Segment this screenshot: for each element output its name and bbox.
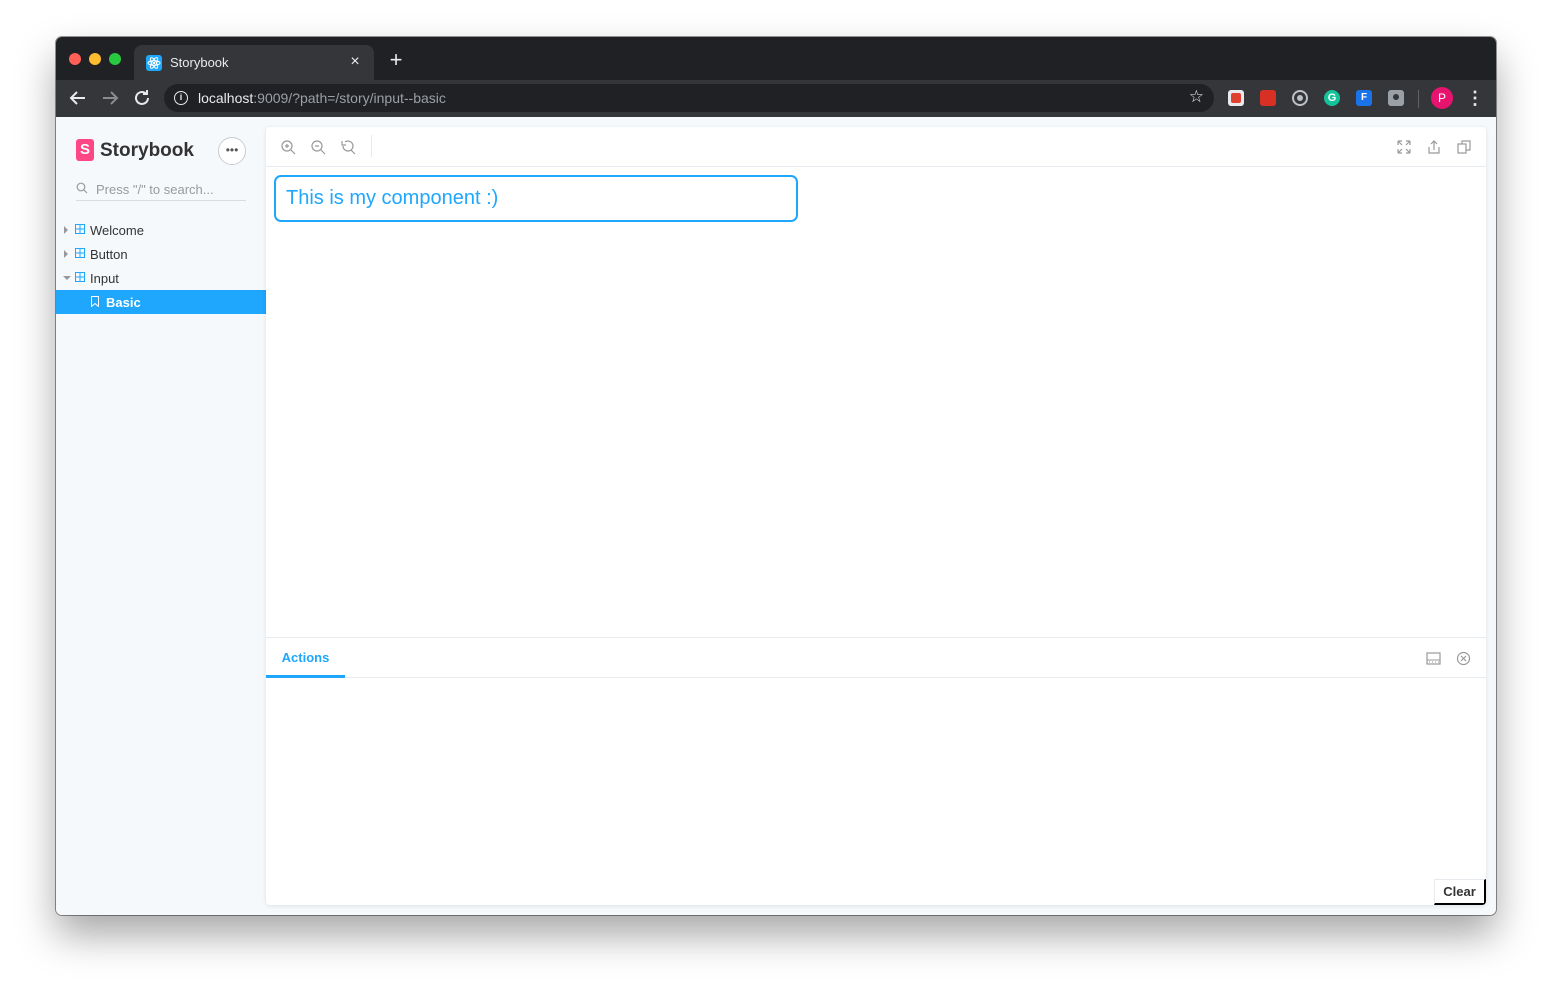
browser-window: Storybook × + i localhost:9009/?path=/st… [56,37,1496,915]
sidebar-item-input[interactable]: Input [56,266,266,290]
search-icon [76,182,88,194]
react-icon [146,55,162,71]
tab-close-icon[interactable]: × [346,53,364,71]
collapse-arrow-icon [63,276,71,280]
component-icon [75,224,85,234]
expand-arrow-icon [64,226,68,234]
extension-icon[interactable]: F [1356,90,1372,106]
grammarly-extension-icon[interactable]: G [1324,90,1340,106]
browser-tab-storybook[interactable]: Storybook × [134,45,374,80]
storybook-logo-icon: S [76,139,94,161]
sidebar-item-basic[interactable]: Basic [56,290,266,314]
tab-title: Storybook [170,55,229,70]
close-panel-icon[interactable] [1456,651,1471,666]
extension-icon[interactable] [1228,90,1244,106]
component-text-input[interactable] [274,175,798,222]
toolbar-divider [1418,90,1419,108]
toolbar-divider [371,135,372,157]
extension-icon[interactable] [1292,90,1308,106]
url-text: localhost:9009/?path=/story/input--basic [198,90,446,106]
story-preview [266,167,1486,637]
sidebar-item-label: Input [90,271,119,286]
storybook-main-panel: Actions Clear [266,127,1486,905]
sidebar-item-label: Basic [106,295,141,310]
storybook-sidebar: S Storybook ••• Welcome Button [56,117,266,915]
bookmark-star-icon[interactable]: ☆ [1189,87,1204,107]
expand-arrow-icon [64,250,68,258]
sidebar-item-button[interactable]: Button [56,242,266,266]
browser-menu-icon[interactable]: ⋮ [1466,86,1484,110]
reload-icon[interactable] [130,86,154,110]
tab-actions[interactable]: Actions [266,638,345,678]
browser-toolbar: i localhost:9009/?path=/story/input--bas… [56,80,1496,117]
component-icon [75,272,85,282]
minimize-window-button[interactable] [89,53,101,65]
tab-strip: Storybook × + [56,37,1496,80]
bookmark-icon [91,296,99,307]
panel-position-icon[interactable] [1426,651,1441,666]
zoom-out-icon[interactable] [310,139,326,155]
extension-icon[interactable] [1260,90,1276,106]
zoom-in-icon[interactable] [280,139,296,155]
close-window-button[interactable] [69,53,81,65]
sidebar-item-welcome[interactable]: Welcome [56,218,266,242]
component-icon [75,248,85,258]
new-tab-button[interactable]: + [386,49,406,71]
camera-extension-icon[interactable] [1388,90,1404,106]
copy-icon[interactable] [1456,139,1472,155]
back-arrow-icon[interactable] [66,86,90,110]
addon-tab-bar: Actions [266,638,1486,678]
search-box [76,179,246,201]
sidebar-menu-button[interactable]: ••• [218,137,246,165]
profile-avatar[interactable]: P [1431,87,1453,109]
search-input[interactable] [96,179,244,199]
addons-panel: Actions Clear [266,637,1486,905]
address-bar[interactable]: i localhost:9009/?path=/story/input--bas… [164,84,1214,112]
forward-arrow-icon[interactable] [98,86,122,110]
storybook-brand[interactable]: Storybook [100,140,194,162]
sidebar-item-label: Button [90,247,128,262]
share-icon[interactable] [1426,139,1442,155]
maximize-window-button[interactable] [109,53,121,65]
site-info-icon[interactable]: i [174,91,188,105]
clear-button[interactable]: Clear [1434,879,1486,905]
zoom-reset-icon[interactable] [340,139,356,155]
fullscreen-icon[interactable] [1396,139,1412,155]
sidebar-item-label: Welcome [90,223,144,238]
canvas-toolbar [266,127,1486,167]
